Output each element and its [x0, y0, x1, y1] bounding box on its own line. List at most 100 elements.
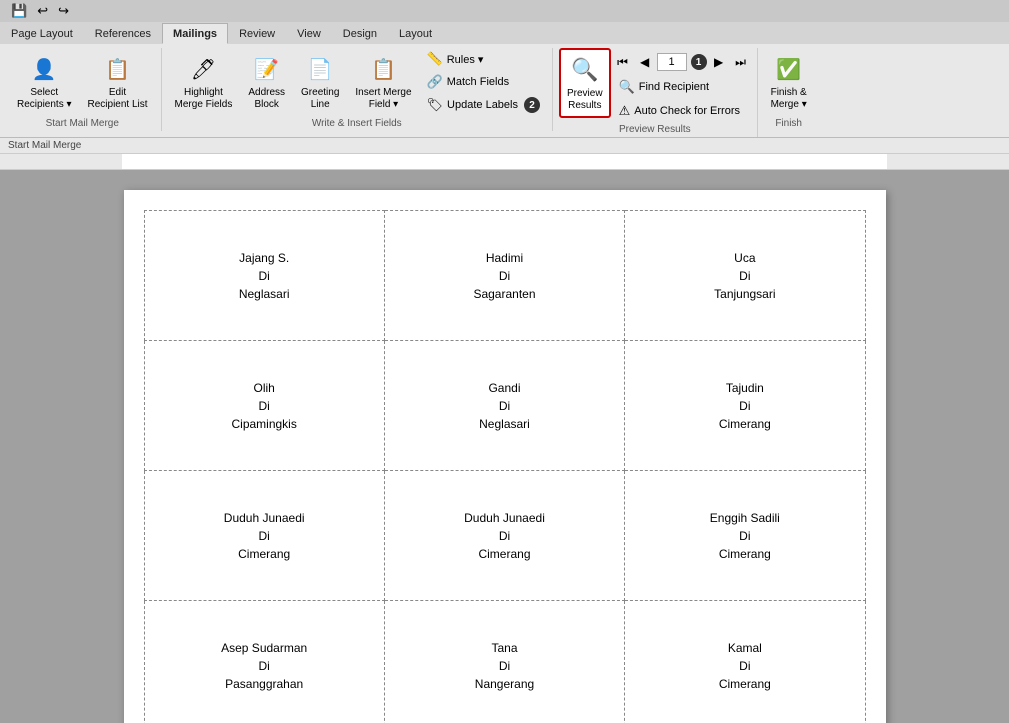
save-icon[interactable]: 💾 — [8, 2, 30, 20]
preview-buttons: 🔍 PreviewResults ⏮ ◀ 1 ▶ ⏭ 🔍 Find Recipi… — [559, 48, 751, 122]
finish-group-label: Finish — [764, 116, 814, 131]
label-di: Di — [258, 659, 269, 673]
label-cell-1-1: Gandi Di Neglasari — [401, 353, 608, 458]
table-row: Uca Di Tanjungsari — [625, 211, 865, 341]
auto-check-icon: ⚠ — [619, 103, 631, 119]
label-cell-1-0: Olih Di Cipamingkis — [161, 353, 368, 458]
undo-icon[interactable]: ↩ — [34, 2, 51, 20]
label-cell-2-2: Enggih Sadili Di Cimerang — [641, 483, 848, 588]
nav-step-badge: 1 — [691, 54, 707, 70]
highlight-merge-fields-button[interactable]: 🖊 HighlightMerge Fields — [168, 48, 240, 116]
nav-first-button[interactable]: ⏮ — [613, 52, 633, 72]
label-cell-1-2: Tajudin Di Cimerang — [641, 353, 848, 458]
rules-button[interactable]: 📏 Rules ▾ — [421, 48, 546, 70]
tab-design[interactable]: Design — [332, 23, 388, 44]
finish-merge-button[interactable]: ✅ Finish &Merge ▾ — [764, 48, 814, 116]
tab-mailings[interactable]: Mailings — [162, 23, 228, 44]
label-place: Tanjungsari — [714, 287, 775, 301]
update-labels-icon: 🏷 — [427, 97, 444, 113]
ribbon: 👤 SelectRecipients ▾ 📋 EditRecipient Lis… — [0, 44, 1009, 138]
small-write-buttons: 📏 Rules ▾ 🔗 Match Fields 🏷 Update Labels… — [421, 48, 546, 116]
label-cell-0-1: Hadimi Di Sagaranten — [401, 223, 608, 328]
auto-check-errors-button[interactable]: ⚠ Auto Check for Errors — [613, 100, 751, 122]
find-recipient-button[interactable]: 🔍 Find Recipient — [613, 76, 751, 98]
finish-buttons: ✅ Finish &Merge ▾ — [764, 48, 814, 116]
tab-view[interactable]: View — [286, 23, 332, 44]
insert-merge-label: Insert MergeField ▾ — [355, 87, 411, 111]
update-labels-button[interactable]: 🏷 Update Labels 2 — [421, 94, 546, 116]
tab-references[interactable]: References — [84, 23, 162, 44]
preview-group-label: Preview Results — [559, 122, 751, 137]
status-text: Start Mail Merge — [8, 140, 81, 151]
greeting-line-button[interactable]: 📄 GreetingLine — [294, 48, 346, 116]
nav-prev-button[interactable]: ◀ — [635, 52, 655, 72]
select-recipients-icon: 👤 — [28, 53, 60, 85]
find-recipient-icon: 🔍 — [619, 79, 635, 95]
insert-merge-field-button[interactable]: 📋 Insert MergeField ▾ — [348, 48, 418, 116]
highlight-icon: 🖊 — [187, 53, 219, 85]
highlight-label: HighlightMerge Fields — [175, 87, 233, 111]
label-name: Tajudin — [726, 381, 764, 395]
rules-label: Rules ▾ — [447, 53, 484, 66]
label-di: Di — [258, 529, 269, 543]
label-name: Asep Sudarman — [221, 641, 307, 655]
label-place: Cimerang — [719, 677, 771, 691]
label-place: Cipamingkis — [231, 417, 296, 431]
write-insert-group-label: Write & Insert Fields — [168, 116, 546, 131]
nav-next-button[interactable]: ▶ — [709, 52, 729, 72]
document-area[interactable]: Jajang S. Di Neglasari Hadimi Di Sagaran… — [0, 170, 1009, 723]
label-name: Enggih Sadili — [710, 511, 780, 525]
insert-merge-icon: 📋 — [367, 53, 399, 85]
label-place: Cimerang — [478, 547, 530, 561]
label-cell-2-0: Duduh Junaedi Di Cimerang — [161, 483, 368, 588]
table-row: Kamal Di Cimerang — [625, 601, 865, 723]
nav-last-button[interactable]: ⏭ — [731, 52, 751, 72]
finish-merge-label: Finish &Merge ▾ — [771, 87, 807, 111]
table-row: Tajudin Di Cimerang — [625, 341, 865, 471]
label-name: Hadimi — [486, 251, 523, 265]
write-insert-buttons: 🖊 HighlightMerge Fields 📝 AddressBlock 📄… — [168, 48, 546, 116]
address-block-label: AddressBlock — [248, 87, 285, 111]
edit-recipient-icon: 📋 — [102, 53, 134, 85]
label-name: Jajang S. — [239, 251, 289, 265]
match-fields-label: Match Fields — [447, 76, 509, 88]
label-table: Jajang S. Di Neglasari Hadimi Di Sagaran… — [144, 210, 866, 723]
tab-review[interactable]: Review — [228, 23, 286, 44]
preview-results-button[interactable]: 🔍 PreviewResults — [559, 48, 611, 118]
label-cell-3-1: Tana Di Nangerang — [401, 613, 608, 718]
label-name: Olih — [253, 381, 274, 395]
redo-icon[interactable]: ↪ — [55, 2, 72, 20]
label-cell-3-2: Kamal Di Cimerang — [641, 613, 848, 718]
table-row: Jajang S. Di Neglasari — [144, 211, 384, 341]
label-name: Tana — [491, 641, 517, 655]
greeting-line-icon: 📄 — [304, 53, 336, 85]
label-di: Di — [739, 529, 750, 543]
preview-nav-controls: ⏮ ◀ 1 ▶ ⏭ — [613, 50, 751, 74]
table-row: Olih Di Cipamingkis — [144, 341, 384, 471]
label-place: Cimerang — [238, 547, 290, 561]
nav-page-input[interactable] — [657, 53, 687, 71]
ruler-inner — [122, 154, 887, 169]
label-name: Duduh Junaedi — [464, 511, 545, 525]
label-di: Di — [499, 659, 510, 673]
label-place: Neglasari — [479, 417, 530, 431]
select-recipients-button[interactable]: 👤 SelectRecipients ▾ — [10, 48, 79, 116]
address-block-button[interactable]: 📝 AddressBlock — [241, 48, 292, 116]
match-fields-button[interactable]: 🔗 Match Fields — [421, 71, 546, 93]
document-page: Jajang S. Di Neglasari Hadimi Di Sagaran… — [124, 190, 886, 723]
mail-merge-status: Start Mail Merge — [0, 138, 1009, 154]
label-di: Di — [499, 269, 510, 283]
label-di: Di — [499, 399, 510, 413]
label-di: Di — [739, 399, 750, 413]
label-cell-0-0: Jajang S. Di Neglasari — [161, 223, 368, 328]
finish-merge-icon: ✅ — [773, 53, 805, 85]
quick-access-toolbar: 💾 ↩ ↪ — [0, 0, 1009, 22]
tab-page-layout[interactable]: Page Layout — [0, 23, 84, 44]
table-row: Duduh Junaedi Di Cimerang — [384, 471, 624, 601]
edit-recipient-list-button[interactable]: 📋 EditRecipient List — [81, 48, 155, 116]
ribbon-tab-bar: Page Layout References Mailings Review V… — [0, 22, 1009, 44]
tab-layout[interactable]: Layout — [388, 23, 443, 44]
label-place: Nangerang — [475, 677, 534, 691]
preview-results-label: PreviewResults — [567, 88, 603, 112]
label-place: Sagaranten — [473, 287, 535, 301]
